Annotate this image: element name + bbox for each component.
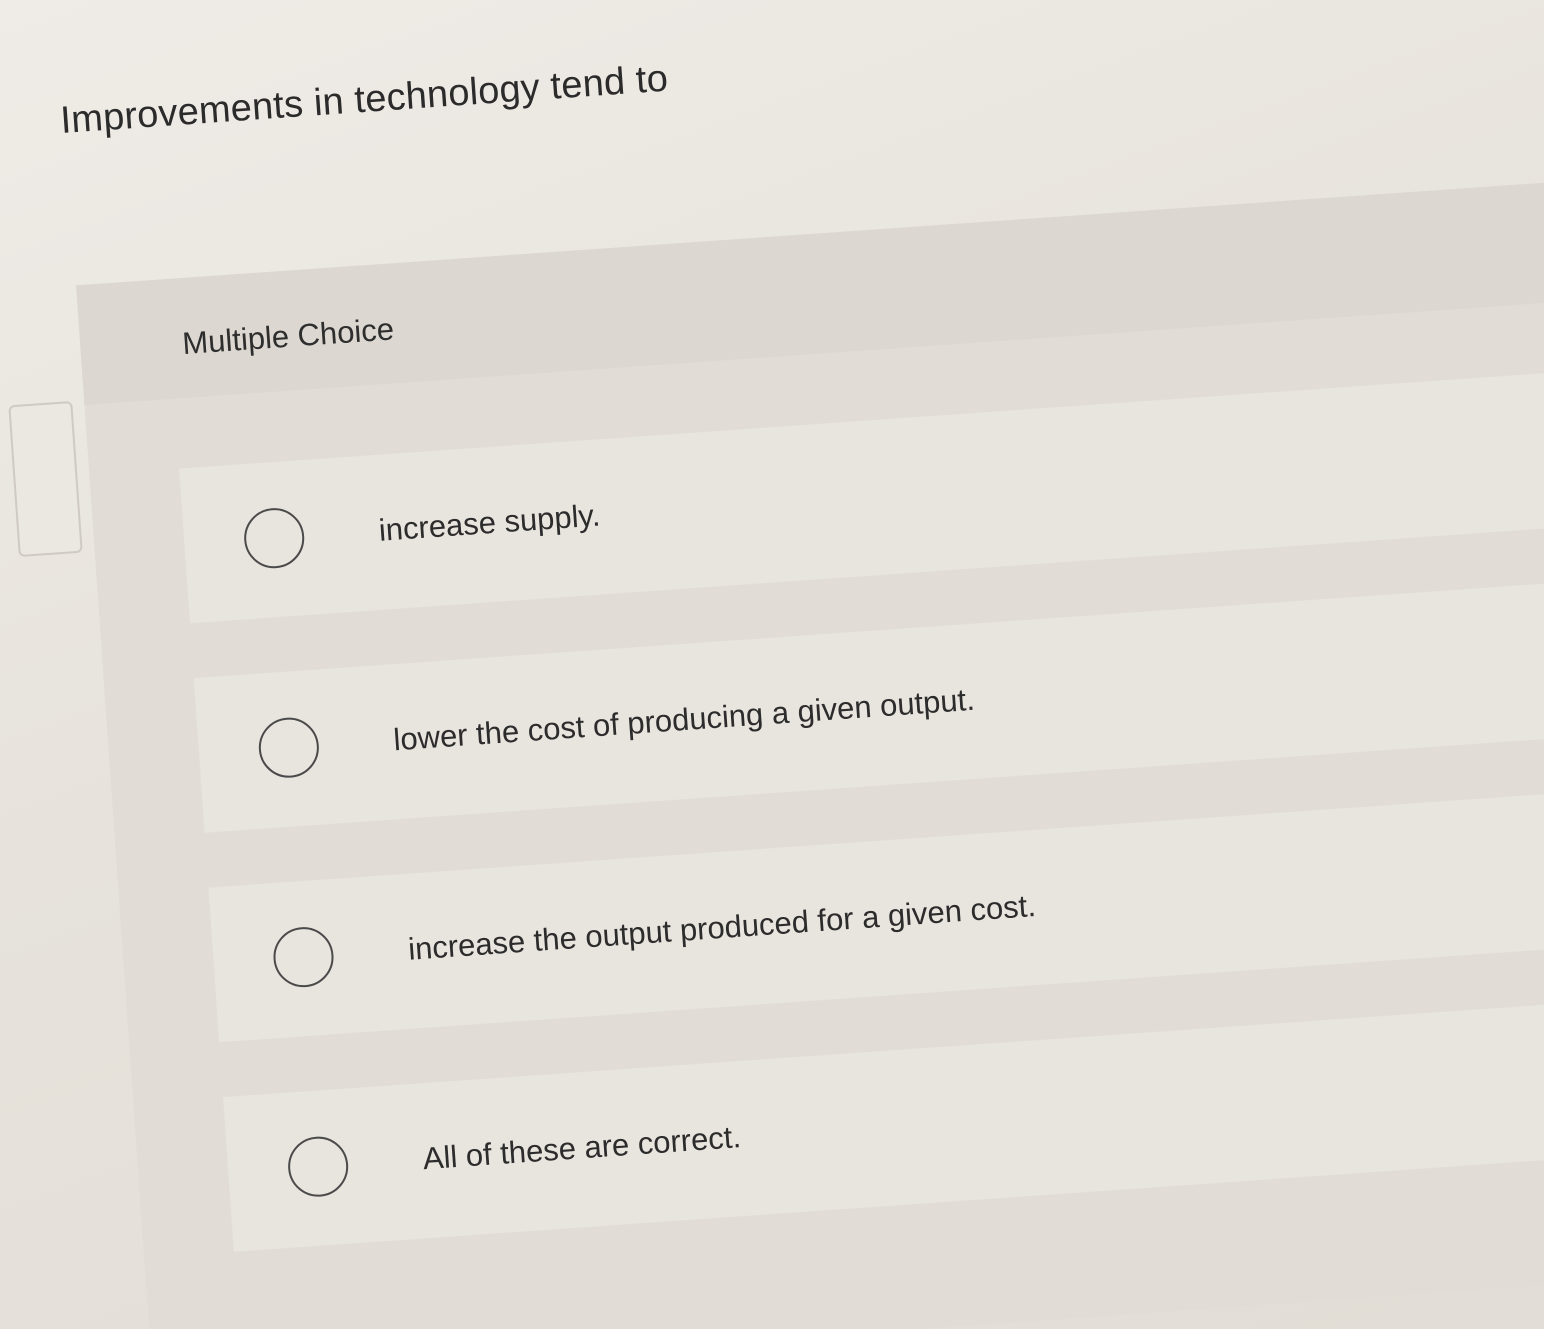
answer-option-2[interactable]: lower the cost of producing a given outp…	[193, 580, 1544, 833]
answer-option-1[interactable]: increase supply.	[179, 370, 1544, 624]
answer-option-label: increase supply.	[377, 496, 602, 548]
quiz-content: Improvements in technology tend to Multi…	[0, 0, 1544, 1329]
answer-option-3[interactable]: increase the output produced for a given…	[208, 789, 1544, 1043]
answer-option-label: All of these are correct.	[421, 1118, 743, 1176]
radio-button-icon[interactable]	[286, 1134, 351, 1199]
radio-button-icon[interactable]	[242, 505, 307, 570]
radio-button-icon[interactable]	[271, 924, 336, 989]
multiple-choice-label: Multiple Choice	[181, 311, 396, 362]
question-text: Improvements in technology tend to	[59, 57, 670, 143]
multiple-choice-panel: Multiple Choice increase supply. lower t…	[76, 179, 1544, 1329]
radio-button-icon[interactable]	[256, 715, 321, 780]
answer-option-label: lower the cost of producing a given outp…	[392, 681, 976, 757]
side-panel-edge	[8, 400, 83, 558]
quiz-page: Improvements in technology tend to Multi…	[0, 0, 1544, 1329]
multiple-choice-header: Multiple Choice	[76, 179, 1544, 406]
answer-option-4[interactable]: All of these are correct.	[223, 999, 1544, 1252]
answer-option-label: increase the output produced for a given…	[406, 887, 1037, 967]
